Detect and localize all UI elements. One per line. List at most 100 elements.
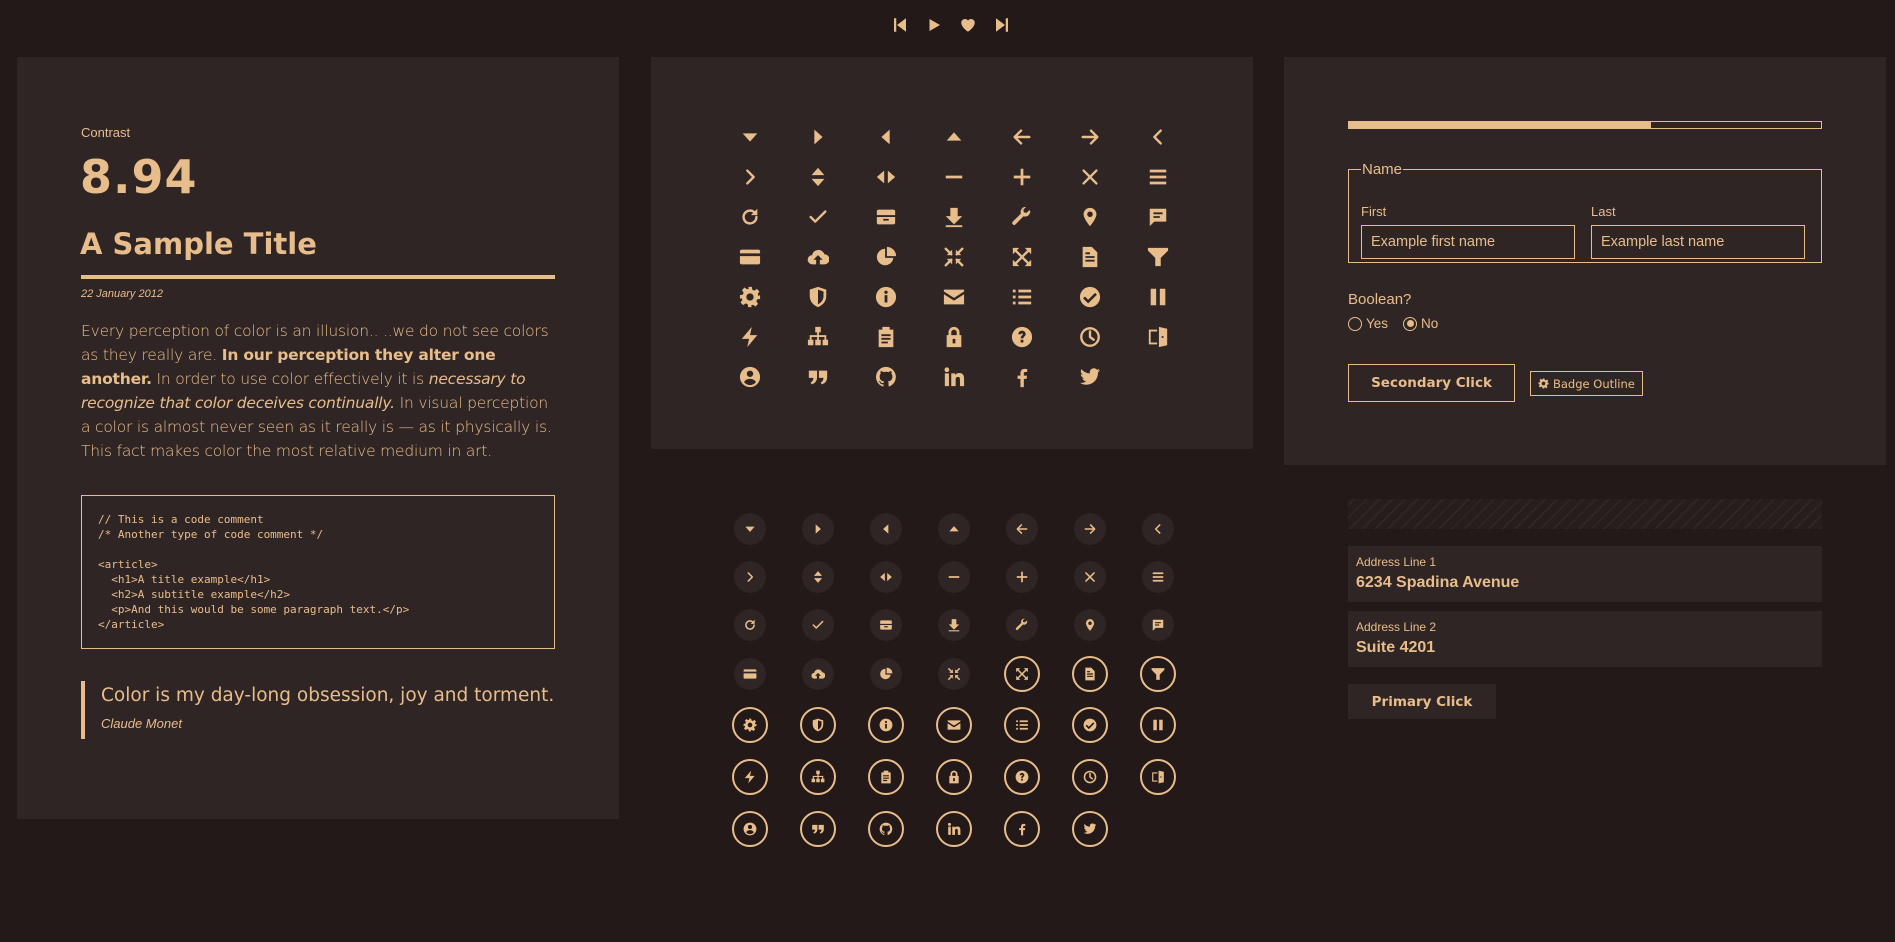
github-circle-button[interactable] <box>868 811 904 847</box>
check-icon[interactable] <box>807 206 829 228</box>
secondary-button[interactable]: Secondary Click <box>1348 364 1515 402</box>
user-circle-circle-button[interactable] <box>732 811 768 847</box>
gear-icon[interactable] <box>739 286 761 308</box>
minus-icon[interactable] <box>943 166 965 188</box>
caret-left-icon[interactable] <box>875 126 897 148</box>
pause-icon[interactable] <box>1147 286 1169 308</box>
download-circle-button[interactable] <box>938 609 970 641</box>
expand-circle-button[interactable] <box>1004 656 1040 692</box>
wrench-circle-button[interactable] <box>1006 609 1038 641</box>
collapse-circle-button[interactable] <box>938 658 970 690</box>
info-circle-button[interactable] <box>868 707 904 743</box>
menu-icon[interactable] <box>1147 166 1169 188</box>
arrow-left-circle-button[interactable] <box>1006 513 1038 545</box>
address-line-2-field[interactable]: Address Line 2 Suite 4201 <box>1348 611 1822 667</box>
location-pin-circle-button[interactable] <box>1074 609 1106 641</box>
chevron-left-icon[interactable] <box>1147 126 1169 148</box>
check-circle-icon[interactable] <box>1079 286 1101 308</box>
twitter-circle-button[interactable] <box>1072 811 1108 847</box>
facebook-icon[interactable] <box>1011 366 1033 388</box>
comment-circle-button[interactable] <box>1142 609 1174 641</box>
linkedin-circle-button[interactable] <box>936 811 972 847</box>
play-icon[interactable] <box>924 14 944 36</box>
question-circle-button[interactable] <box>1004 759 1040 795</box>
mail-icon[interactable] <box>943 286 965 308</box>
credit-card-circle-button[interactable] <box>734 658 766 690</box>
quote-circle-button[interactable] <box>800 811 836 847</box>
radio-option-yes[interactable]: Yes <box>1348 316 1388 331</box>
credit-card-icon[interactable] <box>739 246 761 268</box>
document-circle-button[interactable] <box>1072 656 1108 692</box>
caret-down-icon[interactable] <box>739 126 761 148</box>
pie-chart-icon[interactable] <box>875 246 897 268</box>
caret-right-circle-button[interactable] <box>802 513 834 545</box>
refresh-circle-button[interactable] <box>734 609 766 641</box>
archive-icon[interactable] <box>875 206 897 228</box>
close-circle-button[interactable] <box>1074 561 1106 593</box>
pause-circle-button[interactable] <box>1140 707 1176 743</box>
menu-circle-button[interactable] <box>1142 561 1174 593</box>
radio-yes[interactable] <box>1348 316 1362 331</box>
sort-horizontal-icon[interactable] <box>875 166 897 188</box>
caret-down-circle-button[interactable] <box>734 513 766 545</box>
expand-icon[interactable] <box>1011 246 1033 268</box>
archive-circle-button[interactable] <box>870 609 902 641</box>
cloud-upload-icon[interactable] <box>807 246 829 268</box>
question-icon[interactable] <box>1011 326 1033 348</box>
collapse-icon[interactable] <box>943 246 965 268</box>
quote-icon[interactable] <box>807 366 829 388</box>
chevron-right-circle-button[interactable] <box>734 561 766 593</box>
filter-circle-button[interactable] <box>1140 656 1176 692</box>
arrow-right-circle-button[interactable] <box>1074 513 1106 545</box>
location-pin-icon[interactable] <box>1079 206 1101 228</box>
check-circle-circle-button[interactable] <box>1072 707 1108 743</box>
first-name-input[interactable] <box>1361 225 1575 259</box>
radio-no[interactable] <box>1403 316 1418 331</box>
sort-vertical-icon[interactable] <box>807 166 829 188</box>
mail-circle-button[interactable] <box>936 707 972 743</box>
clipboard-icon[interactable] <box>875 326 897 348</box>
arrow-right-icon[interactable] <box>1079 126 1101 148</box>
filter-icon[interactable] <box>1147 246 1169 268</box>
lock-circle-button[interactable] <box>936 759 972 795</box>
wrench-icon[interactable] <box>1011 206 1033 228</box>
clock-circle-button[interactable] <box>1072 759 1108 795</box>
caret-left-circle-button[interactable] <box>870 513 902 545</box>
twitter-icon[interactable] <box>1079 366 1101 388</box>
radio-option-no[interactable]: No <box>1403 316 1438 331</box>
primary-button[interactable]: Primary Click <box>1348 684 1496 719</box>
door-exit-icon[interactable] <box>1147 326 1169 348</box>
shield-icon[interactable] <box>807 286 829 308</box>
address-line-1-field[interactable]: Address Line 1 6234 Spadina Avenue <box>1348 546 1822 602</box>
check-circle-button[interactable] <box>802 609 834 641</box>
heart-icon[interactable] <box>958 14 978 36</box>
document-icon[interactable] <box>1079 246 1101 268</box>
clock-icon[interactable] <box>1079 326 1101 348</box>
close-icon[interactable] <box>1079 166 1101 188</box>
caret-right-icon[interactable] <box>807 126 829 148</box>
minus-circle-button[interactable] <box>938 561 970 593</box>
github-icon[interactable] <box>875 366 897 388</box>
refresh-icon[interactable] <box>739 206 761 228</box>
list-icon[interactable] <box>1011 286 1033 308</box>
plus-icon[interactable] <box>1011 166 1033 188</box>
door-exit-circle-button[interactable] <box>1140 759 1176 795</box>
sort-horizontal-circle-button[interactable] <box>870 561 902 593</box>
lock-icon[interactable] <box>943 326 965 348</box>
arrow-left-icon[interactable] <box>1011 126 1033 148</box>
skip-next-icon[interactable] <box>992 14 1012 36</box>
sort-vertical-circle-button[interactable] <box>802 561 834 593</box>
skip-previous-icon[interactable] <box>890 14 910 36</box>
facebook-circle-button[interactable] <box>1004 811 1040 847</box>
chevron-left-circle-button[interactable] <box>1142 513 1174 545</box>
last-name-input[interactable] <box>1591 225 1805 259</box>
caret-up-icon[interactable] <box>943 126 965 148</box>
lightning-icon[interactable] <box>739 326 761 348</box>
plus-circle-button[interactable] <box>1006 561 1038 593</box>
shield-circle-button[interactable] <box>800 707 836 743</box>
info-icon[interactable] <box>875 286 897 308</box>
gear-circle-button[interactable] <box>732 707 768 743</box>
sitemap-circle-button[interactable] <box>800 759 836 795</box>
linkedin-icon[interactable] <box>943 366 965 388</box>
pie-chart-circle-button[interactable] <box>870 658 902 690</box>
